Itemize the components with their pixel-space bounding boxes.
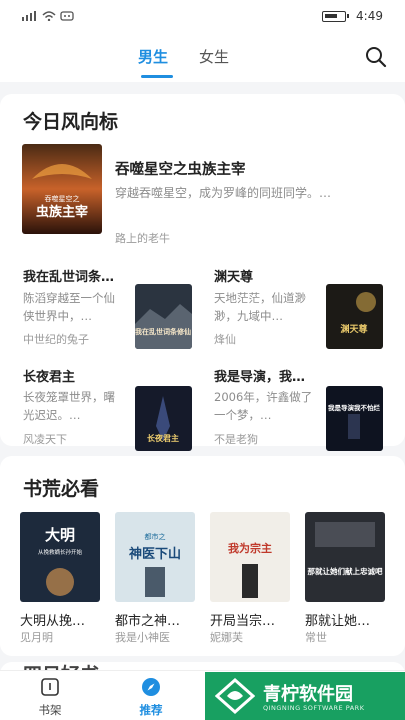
book-description: 穿越吞噬星空，成为罗峰的同班同学。…	[115, 186, 332, 200]
book-cover[interactable]: 长夜君主	[135, 386, 192, 451]
book-author: 烽仙	[214, 333, 236, 346]
book-description: 天地茫茫，仙道渺渺，九域中…	[214, 291, 306, 323]
book-title: 渊天尊	[214, 270, 254, 285]
watermark-subtext: QINGNING SOFTWARE PARK	[263, 704, 365, 712]
section-title-next: 四日好书	[23, 660, 99, 670]
nav-recommend[interactable]: 推荐	[121, 677, 181, 718]
wifi-icon	[42, 11, 56, 21]
battery-icon	[322, 10, 350, 22]
cover-title-text: 虫族主宰	[36, 204, 88, 220]
status-icons-left	[22, 11, 74, 21]
book-author: 不是老狗	[214, 433, 258, 446]
book-title: 长夜君主	[23, 370, 76, 385]
nav-bookshelf[interactable]: 书架	[20, 677, 80, 718]
section-title-must-read: 书荒必看	[23, 478, 100, 500]
cover-title-text: 渊天尊	[340, 323, 367, 335]
book-description: 2006年，许鑫做了一个梦，…	[214, 390, 313, 422]
cover-title-text: 大明	[45, 526, 75, 544]
active-tab-indicator	[141, 75, 173, 78]
book-title: 我是导演，我…	[214, 370, 306, 385]
cover-title-text: 那就让她们献上忠诚吧	[308, 566, 383, 576]
compass-icon	[142, 678, 160, 696]
book-cover[interactable]: 我是导演我不怕烂	[326, 386, 383, 451]
nav-label: 推荐	[139, 703, 163, 717]
nav-label: 书架	[38, 703, 62, 717]
status-bar: 4:49	[0, 0, 405, 34]
cover-title-text: 长夜君主	[147, 433, 179, 443]
book-description: 陈滔穿越至一个仙侠世界中，…	[23, 291, 115, 323]
book-author: 中世纪的兔子	[23, 333, 89, 346]
book-cover[interactable]: 那就让她们献上忠诚吧	[305, 512, 385, 602]
book-cover[interactable]: 我在乱世词条修仙	[135, 284, 192, 349]
watermark-text: 青柠软件园	[263, 684, 353, 705]
book-author: 见月明	[20, 631, 53, 644]
bookshelf-icon	[41, 678, 59, 696]
cover-series-text: 吞噬星空之	[45, 194, 80, 203]
book-title: 大明从挽…	[20, 614, 86, 629]
book-cover[interactable]: 我为宗主	[210, 512, 290, 602]
watermark-logo-icon	[215, 678, 255, 714]
book-author: 我是小神医	[115, 631, 170, 644]
tab-female[interactable]: 女生	[199, 46, 229, 67]
tab-male[interactable]: 男生	[138, 46, 168, 67]
book-author: 常世	[305, 631, 327, 644]
cover-title-text: 神医下山	[129, 546, 181, 562]
book-author: 妮娜芙	[210, 631, 243, 644]
featured-section-card: 今日风向标 吞噬星空之 虫族主宰 吞噬星空之虫族主宰 穿越吞噬星空，成为罗峰的同…	[0, 94, 405, 451]
book-cover[interactable]: 都市之 神医下山	[115, 512, 195, 602]
cover-title-text: 我在乱世词条修仙	[135, 327, 191, 336]
cover-subtitle-text: 都市之	[145, 532, 166, 541]
book-title: 那就让她…	[305, 614, 371, 629]
nfc-icon	[60, 11, 74, 21]
watermark-banner: 青柠软件园 QINGNING SOFTWARE PARK	[205, 672, 405, 720]
top-tab-bar: 男生 女生	[0, 34, 405, 82]
next-section-card: 四日好书	[0, 662, 405, 670]
book-description: 长夜笼罩世界，曙光迟迟。…	[23, 390, 115, 422]
cover-title-text: 我为宗主	[228, 541, 272, 555]
book-title: 吞噬星空之虫族主宰	[115, 162, 246, 178]
status-time: 4:49	[356, 9, 383, 23]
section-title-featured: 今日风向标	[23, 111, 119, 133]
book-cover[interactable]: 吞噬星空之 虫族主宰	[22, 144, 102, 234]
book-title: 都市之神…	[115, 614, 181, 629]
book-author: 路上的老牛	[115, 232, 170, 245]
book-cover[interactable]: 大明从挽救嫡长孙开始	[20, 512, 100, 602]
book-title: 我在乱世词条…	[23, 270, 115, 285]
book-cover[interactable]: 渊天尊	[326, 284, 383, 349]
book-title: 开局当宗…	[210, 614, 276, 629]
must-read-section-card: 书荒必看 大明 从挽救嫡长孙开始 大明从挽… 见月明 都市之 神医下山 都市之神… …	[0, 456, 405, 656]
search-icon[interactable]	[365, 46, 387, 68]
cover-subtitle-text: 从挽救嫡长孙开始	[38, 548, 83, 556]
signal-icon	[22, 11, 36, 21]
main-feed[interactable]: 今日风向标 吞噬星空之 虫族主宰 吞噬星空之虫族主宰 穿越吞噬星空，成为罗峰的同…	[0, 82, 405, 670]
cover-title-text: 我是导演我不怕烂	[328, 403, 381, 412]
book-author: 风凌天下	[23, 433, 67, 446]
